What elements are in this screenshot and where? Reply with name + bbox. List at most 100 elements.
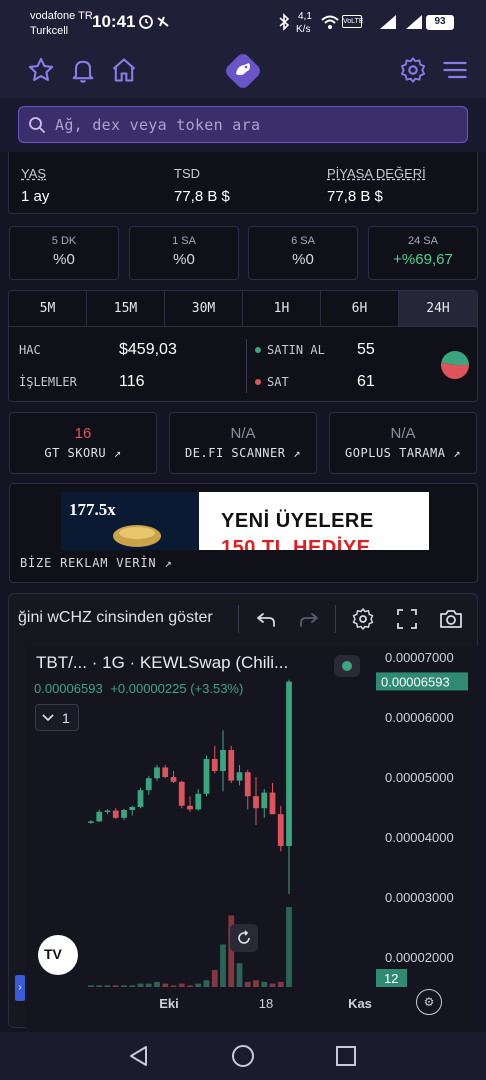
battery-icon: 93 [426, 15, 454, 30]
undo-icon[interactable] [254, 607, 278, 631]
search-input[interactable]: Ağ, dex veya token ara [18, 106, 468, 143]
tab-15m[interactable]: 15M [87, 291, 165, 326]
tab-5m[interactable]: 5M [9, 291, 87, 326]
ad-subheadline: 150 TL HEDİYE [221, 537, 371, 550]
currency-toggle[interactable]: ğini wCHZ cinsinden göster [18, 609, 213, 627]
net-speed-value: 4,1 [298, 11, 312, 22]
indicators-toggle[interactable]: 1 [35, 704, 79, 731]
transactions-value: 116 [119, 373, 145, 390]
home-icon[interactable] [110, 56, 138, 84]
volte-icon: VoLTE [342, 15, 364, 28]
candle-body [145, 778, 152, 791]
gt-score-value: 16 [74, 425, 92, 442]
indicator-count: 1 [62, 710, 70, 726]
chevron-down-icon [42, 714, 54, 722]
volume-bar [187, 985, 193, 987]
candle-body [104, 810, 111, 813]
volume-bar [88, 985, 94, 987]
volume-bar [137, 983, 144, 987]
y-tick-label: 0.00007000 [385, 650, 454, 665]
menu-icon[interactable] [441, 56, 469, 84]
tsd-value: 77,8 B $ [174, 188, 230, 205]
external-link-icon: ↗ [164, 556, 173, 570]
age-label[interactable]: YAŞ [21, 166, 46, 181]
chart-settings-button[interactable]: ⚙ [416, 989, 442, 1015]
fullscreen-icon[interactable] [395, 607, 419, 631]
chart-symbol-line: TBT/... · 1G · KEWLSwap (Chili... [36, 653, 288, 673]
volume-bar [129, 985, 136, 987]
candle-body [112, 810, 119, 818]
gear-icon[interactable] [399, 56, 427, 84]
camera-icon[interactable] [438, 607, 464, 631]
y-tick-label: 0.00002000 [385, 950, 454, 965]
chart-price-change: +0.00000225 (+3.53%) [110, 681, 244, 696]
volume-bar [154, 981, 160, 987]
tab-24h[interactable]: 24H [399, 291, 477, 326]
candle-body [137, 790, 144, 807]
recents-icon[interactable] [335, 1045, 357, 1067]
candle-body [195, 793, 202, 810]
candlestick-chart[interactable]: 0.00007000 0.00006000 0.00005000 0.00004000… [26, 645, 478, 1028]
volume-bar [269, 983, 276, 987]
price-change-6h: 6 SA %0 [248, 226, 358, 280]
buy-dot [255, 347, 261, 353]
candle-body [178, 781, 185, 806]
change-value: +%69,67 [393, 251, 453, 268]
period-label: 1 SA [172, 235, 196, 247]
goplus-label: GOPLUS TARAMA ↗ [345, 446, 461, 460]
timeframe-tabs: 5M 15M 30M 1H 6H 24H [9, 291, 477, 327]
back-icon[interactable] [128, 1044, 150, 1068]
volume-bar [178, 983, 185, 987]
bell-icon[interactable] [69, 56, 97, 84]
tradingview-logo[interactable]: TV [38, 935, 78, 975]
defi-scanner-card[interactable]: N/A DE.FI SCANNER ↗ [169, 412, 317, 474]
app-logo[interactable] [224, 52, 262, 90]
expand-panel-tab[interactable]: › [15, 975, 25, 1001]
chart-settings-icon[interactable] [351, 607, 375, 631]
chart-last-price: 0.00006593 [34, 681, 103, 696]
chart-interval-exchange: · 1G · KEWLSwap (Chili... [91, 653, 289, 672]
signal-icon [380, 15, 396, 29]
refresh-icon [238, 930, 250, 944]
redo-icon[interactable] [297, 607, 321, 631]
advertise-link[interactable]: BİZE REKLAM VERİN ↗ [20, 556, 172, 570]
volume-bar [96, 985, 103, 987]
candle-body [121, 810, 127, 818]
market-cap-value: 77,8 B $ [327, 188, 383, 205]
candle-body [187, 805, 193, 810]
y-tick-label: 0.00003000 [385, 890, 454, 905]
stats-divider [246, 339, 247, 393]
tab-30m[interactable]: 30M [165, 291, 243, 326]
candle-body [269, 792, 276, 815]
volume-bar [104, 985, 111, 987]
x-tick-label: Eki [159, 996, 179, 1011]
reset-chart-button[interactable] [230, 924, 258, 952]
star-icon[interactable] [27, 56, 55, 84]
buys-label: SATIN AL [267, 343, 325, 357]
candle-body [96, 811, 103, 822]
home-button-icon[interactable] [231, 1044, 255, 1068]
candle-body [220, 750, 226, 771]
search-placeholder: Ağ, dex veya token ara [55, 116, 261, 134]
last-price-label: 0.00006593 [381, 674, 450, 689]
goplus-card[interactable]: N/A GOPLUS TARAMA ↗ [329, 412, 477, 474]
carrier-label: vodafone TR [30, 10, 93, 22]
period-label: 6 SA [291, 235, 315, 247]
market-status-indicator[interactable] [334, 655, 360, 677]
transactions-label: İŞLEMLER [19, 375, 77, 389]
wifi-icon [321, 15, 339, 29]
sell-dot [255, 379, 261, 385]
tab-1h[interactable]: 1H [243, 291, 321, 326]
defi-scanner-label: DE.FI SCANNER ↗ [185, 446, 301, 460]
volume-bar [203, 980, 210, 987]
volume-bar [162, 983, 169, 987]
market-cap-label[interactable]: PİYASA DEĞERİ [327, 166, 426, 181]
ad-headline: YENİ ÜYELERE [221, 510, 374, 532]
gt-score-card[interactable]: 16 GT SKORU ↗ [9, 412, 157, 474]
chart-price-line: 0.00006593 +0.00000225 (+3.53%) [34, 681, 243, 696]
candle-body [261, 792, 268, 809]
bluetooth-icon [279, 13, 290, 31]
ad-banner[interactable]: 177.5x YENİ ÜYELERE 150 TL HEDİYE [61, 492, 429, 550]
tab-6h[interactable]: 6H [321, 291, 399, 326]
chart-area[interactable]: 0.00007000 0.00006000 0.00005000 0.00004000… [26, 645, 478, 1028]
